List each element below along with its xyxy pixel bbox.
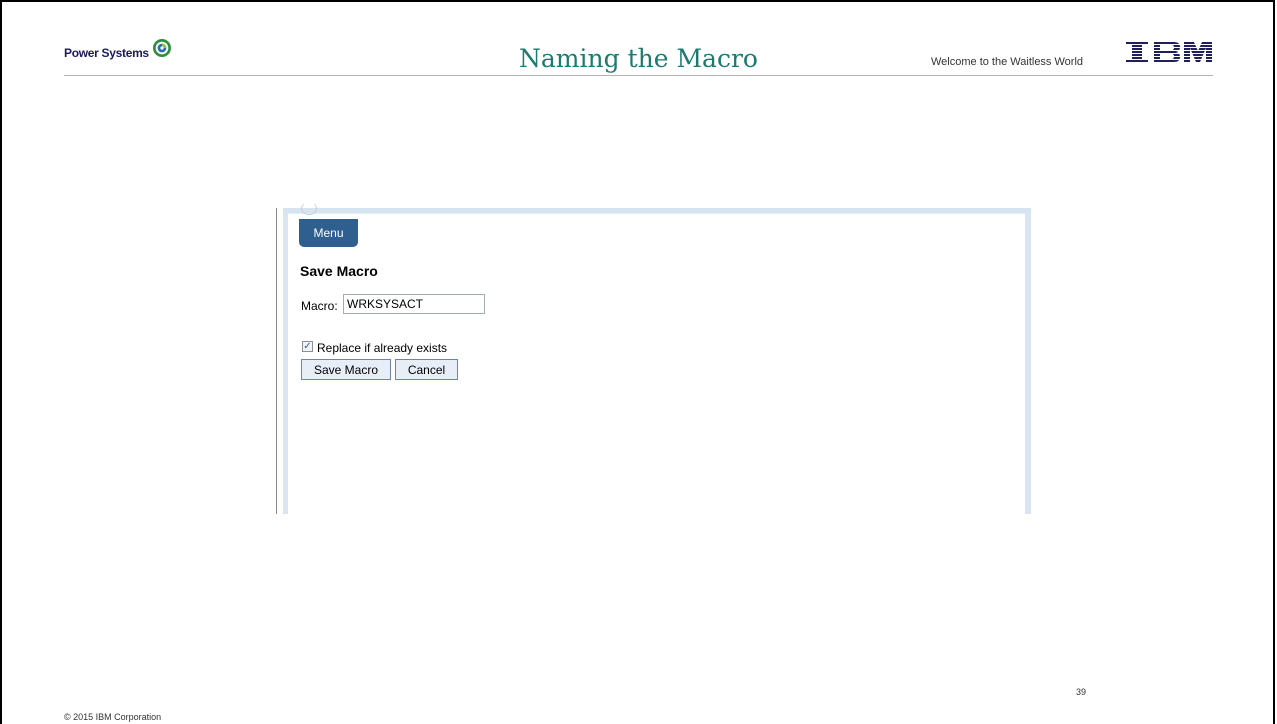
replace-checkbox-label: Replace if already exists bbox=[317, 341, 448, 355]
window-top-bar bbox=[283, 208, 1031, 214]
replace-checkbox[interactable]: ✓ bbox=[302, 341, 313, 352]
macro-name-input[interactable] bbox=[343, 294, 485, 314]
left-frame-rail bbox=[283, 213, 288, 514]
save-macro-heading: Save Macro bbox=[300, 263, 378, 279]
menu-tab[interactable]: Menu bbox=[299, 219, 358, 247]
save-macro-screenshot: Menu Save Macro Macro: ✓ Replace if alre… bbox=[276, 202, 1031, 514]
slide-title: Naming the Macro bbox=[519, 44, 758, 73]
cancel-button[interactable]: Cancel bbox=[395, 359, 458, 380]
right-frame-rail bbox=[1025, 213, 1031, 514]
save-macro-button[interactable]: Save Macro bbox=[301, 359, 391, 380]
ibm-logo bbox=[1126, 42, 1212, 62]
macro-label: Macro: bbox=[301, 299, 338, 313]
partial-circle-icon bbox=[301, 202, 317, 215]
page-number: 39 bbox=[1076, 687, 1087, 697]
copyright: © 2015 IBM Corporation bbox=[64, 712, 162, 722]
header-divider bbox=[64, 75, 1213, 76]
tagline: Welcome to the Waitless World bbox=[931, 56, 1084, 68]
